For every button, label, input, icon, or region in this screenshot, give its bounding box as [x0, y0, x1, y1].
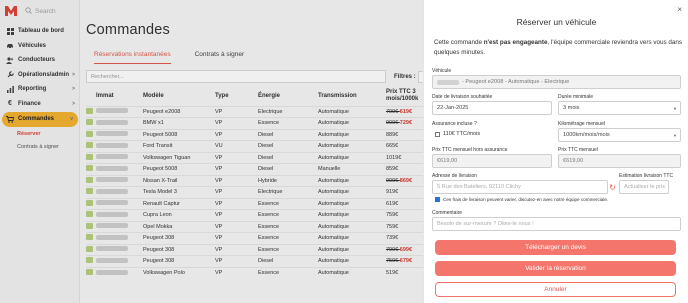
price-field: €619,00: [558, 154, 681, 168]
vehicle-label: Véhicule: [432, 68, 452, 74]
address-placeholder: 5 Rue des Bateliers, 92110 Clichy: [437, 184, 521, 190]
estimate-label: Estimation livraison TTC: [619, 173, 674, 179]
info-checkbox-icon[interactable]: [435, 197, 440, 202]
fee-note: Ces frais de livraison peuvent varier, d…: [435, 197, 608, 202]
insurance-label: Assurance incluse ?: [432, 121, 477, 127]
intro-text: Cette commande n'est pas engageante, l'é…: [434, 38, 684, 57]
chevron-down-icon: ▼: [673, 105, 677, 111]
comment-label: Commentaire: [432, 210, 463, 216]
price-excl-value: €619,00: [437, 158, 458, 164]
duration-label: Durée minimale: [558, 94, 594, 100]
address-input[interactable]: 5 Rue des Bateliers, 92110 Clichy: [432, 180, 608, 194]
delivery-date-input[interactable]: 22-Jan-2025: [432, 101, 552, 115]
global-search[interactable]: Search: [25, 7, 445, 16]
duration-value: 3 mois: [563, 105, 580, 111]
insurance-checkbox[interactable]: [435, 131, 440, 137]
km-label: Kilométrage mensuel: [558, 121, 605, 127]
panel-title: Réserver un véhicule: [516, 17, 597, 27]
validate-reservation-button[interactable]: Valider la réservation: [435, 261, 676, 276]
search-icon: [25, 7, 32, 16]
search-placeholder: Search: [35, 8, 56, 15]
date-value: 22-Jan-2025: [437, 105, 469, 111]
reservation-panel: Réserver un véhicule × Cette commande n'…: [423, 0, 688, 303]
intro-text-bold: n'est pas engageante: [483, 39, 548, 46]
fee-note-text: Ces frais de livraison peuvent varier, d…: [443, 197, 609, 202]
price-excl-field: €619,00: [432, 154, 552, 168]
vehicle-field: - Peugeot e2008 - Automatique - Electriq…: [432, 75, 681, 89]
price-excl-label: Prix TTC mensuel hors assurance: [432, 147, 508, 153]
insurance-option[interactable]: 110€ TTC/mois: [435, 131, 480, 137]
download-quote-button[interactable]: Télécharger un devis: [435, 240, 676, 255]
price-label: Prix TTC mensuel: [558, 147, 598, 153]
insurance-option-label: 110€ TTC/mois: [443, 131, 481, 137]
date-label: Date de livraison souhaitée: [432, 94, 493, 100]
close-icon[interactable]: ×: [677, 5, 682, 14]
mileage-select[interactable]: 1000km/mois/mois ▼: [558, 128, 681, 142]
intro-text-start: Cette commande: [434, 39, 484, 46]
price-value: €619,00: [563, 158, 584, 164]
address-label: Adresse de livraison: [432, 173, 478, 179]
refresh-icon[interactable]: ↻: [608, 183, 617, 192]
duration-select[interactable]: 3 mois ▼: [558, 101, 681, 115]
chevron-down-icon: ▼: [673, 132, 677, 138]
comment-input[interactable]: Besoin de sur-mesure ? Dites-le nous !: [432, 217, 681, 231]
estimate-placeholder: Actualiser le prix: [624, 184, 666, 190]
km-value: 1000km/mois/mois: [563, 132, 610, 138]
comment-placeholder: Besoin de sur-mesure ? Dites-le nous !: [437, 221, 534, 227]
vehicle-value: - Peugeot e2008 - Automatique - Electriq…: [462, 79, 570, 85]
modal-backdrop[interactable]: [0, 0, 423, 303]
cancel-button[interactable]: Annuler: [435, 282, 676, 297]
delivery-estimate-field[interactable]: Actualiser le prix: [619, 180, 669, 194]
blurred-plate: [437, 79, 459, 85]
